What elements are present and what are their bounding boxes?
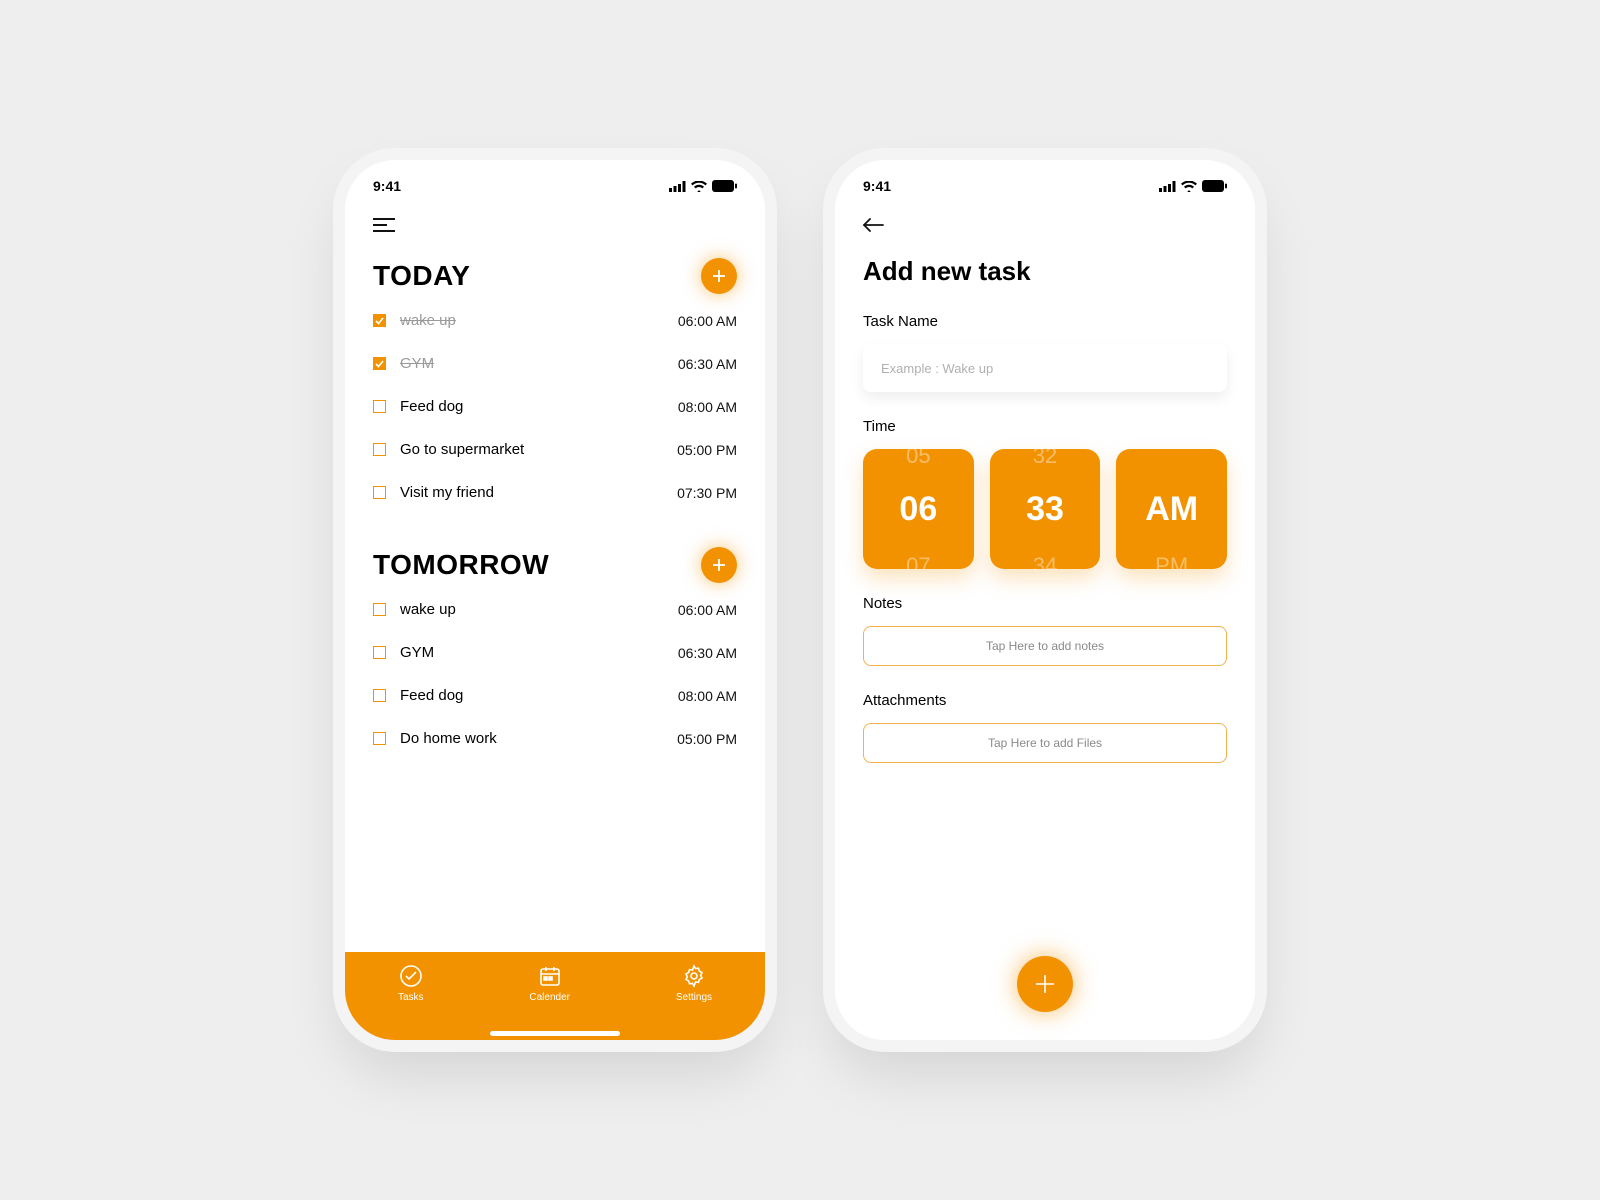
task-row[interactable]: Feed dog 08:00 AM bbox=[373, 398, 737, 415]
plus-icon bbox=[712, 558, 726, 572]
attachments-label: Attachments bbox=[863, 692, 1227, 709]
submit-button[interactable] bbox=[1017, 956, 1073, 1012]
add-notes-placeholder: Tap Here to add notes bbox=[986, 639, 1104, 653]
tasks-screen: 9:41 TODAY wake up 06:00 AM GYM 06:30 AM Feed… bbox=[345, 160, 765, 1040]
task-row[interactable]: wake up 06:00 AM bbox=[373, 601, 737, 618]
section-header: TOMORROW bbox=[373, 547, 737, 583]
task-label: wake up bbox=[400, 312, 456, 329]
status-bar: 9:41 bbox=[835, 160, 1255, 212]
task-row[interactable]: Go to supermarket 05:00 PM bbox=[373, 441, 737, 458]
minute-picker[interactable]: 32 33 34 bbox=[990, 449, 1101, 569]
task-time: 06:00 AM bbox=[678, 602, 737, 618]
battery-icon bbox=[1202, 180, 1227, 192]
add-task-button[interactable] bbox=[701, 258, 737, 294]
task-row[interactable]: GYM 06:30 AM bbox=[373, 644, 737, 661]
picker-value: 06 bbox=[899, 490, 937, 529]
add-task-button[interactable] bbox=[701, 547, 737, 583]
check-icon bbox=[375, 359, 384, 368]
tab-bar: Tasks Calender Settings bbox=[345, 952, 765, 1040]
task-label: Feed dog bbox=[400, 398, 463, 415]
period-picker[interactable]: AM PM bbox=[1116, 449, 1227, 569]
tab-label: Settings bbox=[676, 992, 712, 1003]
checkbox[interactable] bbox=[373, 357, 386, 370]
status-icons bbox=[1159, 180, 1227, 192]
task-list: wake up 06:00 AM GYM 06:30 AM Feed dog 08:00 … bbox=[373, 601, 737, 747]
task-label: GYM bbox=[400, 355, 434, 372]
tab-label: Calender bbox=[529, 992, 570, 1003]
battery-icon bbox=[712, 180, 737, 192]
tab-calendar[interactable]: Calender bbox=[529, 964, 570, 1003]
hour-picker[interactable]: 05 06 07 bbox=[863, 449, 974, 569]
task-row[interactable]: Visit my friend 07:30 PM bbox=[373, 484, 737, 501]
menu-icon[interactable] bbox=[373, 218, 737, 232]
task-row[interactable]: wake up 06:00 AM bbox=[373, 312, 737, 329]
section-title: TOMORROW bbox=[373, 549, 549, 581]
task-time: 05:00 PM bbox=[677, 442, 737, 458]
task-time: 07:30 PM bbox=[677, 485, 737, 501]
back-icon[interactable] bbox=[863, 218, 1227, 232]
status-bar: 9:41 bbox=[345, 160, 765, 212]
add-notes-button[interactable]: Tap Here to add notes bbox=[863, 626, 1227, 666]
tab-label: Tasks bbox=[398, 992, 424, 1003]
home-indicator bbox=[490, 1031, 620, 1036]
picker-prev: 32 bbox=[1033, 449, 1057, 469]
task-label: GYM bbox=[400, 644, 434, 661]
checkbox[interactable] bbox=[373, 400, 386, 413]
section-header: TODAY bbox=[373, 258, 737, 294]
task-name-input[interactable]: Example : Wake up bbox=[863, 344, 1227, 392]
picker-next: PM bbox=[1155, 553, 1188, 569]
task-label: Feed dog bbox=[400, 687, 463, 704]
picker-next: 07 bbox=[906, 553, 930, 569]
wifi-icon bbox=[1181, 181, 1197, 192]
picker-prev: 05 bbox=[906, 449, 930, 469]
checkbox[interactable] bbox=[373, 314, 386, 327]
notes-label: Notes bbox=[863, 595, 1227, 612]
task-time: 08:00 AM bbox=[678, 399, 737, 415]
checkbox[interactable] bbox=[373, 732, 386, 745]
task-label: Go to supermarket bbox=[400, 441, 524, 458]
check-circle-icon bbox=[399, 964, 423, 988]
task-label: Do home work bbox=[400, 730, 497, 747]
signal-icon bbox=[669, 181, 686, 192]
calendar-icon bbox=[538, 964, 562, 988]
task-time: 06:00 AM bbox=[678, 313, 737, 329]
tab-tasks[interactable]: Tasks bbox=[398, 964, 424, 1003]
add-files-button[interactable]: Tap Here to add Files bbox=[863, 723, 1227, 763]
check-icon bbox=[375, 316, 384, 325]
task-row[interactable]: GYM 06:30 AM bbox=[373, 355, 737, 372]
tab-settings[interactable]: Settings bbox=[676, 964, 712, 1003]
task-name-placeholder: Example : Wake up bbox=[881, 361, 993, 376]
time-label: Time bbox=[863, 418, 1227, 435]
task-time: 05:00 PM bbox=[677, 731, 737, 747]
status-time: 9:41 bbox=[863, 178, 891, 194]
picker-next: 34 bbox=[1033, 553, 1057, 569]
task-name-label: Task Name bbox=[863, 313, 1227, 330]
status-time: 9:41 bbox=[373, 178, 401, 194]
task-row[interactable]: Feed dog 08:00 AM bbox=[373, 687, 737, 704]
task-time: 06:30 AM bbox=[678, 356, 737, 372]
task-label: wake up bbox=[400, 601, 456, 618]
add-files-placeholder: Tap Here to add Files bbox=[988, 736, 1102, 750]
checkbox[interactable] bbox=[373, 689, 386, 702]
picker-value: AM bbox=[1145, 490, 1198, 529]
task-time: 08:00 AM bbox=[678, 688, 737, 704]
checkbox[interactable] bbox=[373, 443, 386, 456]
plus-icon bbox=[712, 269, 726, 283]
picker-value: 33 bbox=[1026, 490, 1064, 529]
checkbox[interactable] bbox=[373, 603, 386, 616]
task-label: Visit my friend bbox=[400, 484, 494, 501]
status-icons bbox=[669, 180, 737, 192]
page-title: Add new task bbox=[863, 256, 1227, 287]
signal-icon bbox=[1159, 181, 1176, 192]
plus-icon bbox=[1034, 973, 1056, 995]
task-time: 06:30 AM bbox=[678, 645, 737, 661]
task-row[interactable]: Do home work 05:00 PM bbox=[373, 730, 737, 747]
section-title: TODAY bbox=[373, 260, 470, 292]
checkbox[interactable] bbox=[373, 486, 386, 499]
wifi-icon bbox=[691, 181, 707, 192]
gear-icon bbox=[682, 964, 706, 988]
add-task-screen: 9:41 Add new task Task Name Example : Wa… bbox=[835, 160, 1255, 1040]
checkbox[interactable] bbox=[373, 646, 386, 659]
task-list: wake up 06:00 AM GYM 06:30 AM Feed dog 08:00 … bbox=[373, 312, 737, 501]
